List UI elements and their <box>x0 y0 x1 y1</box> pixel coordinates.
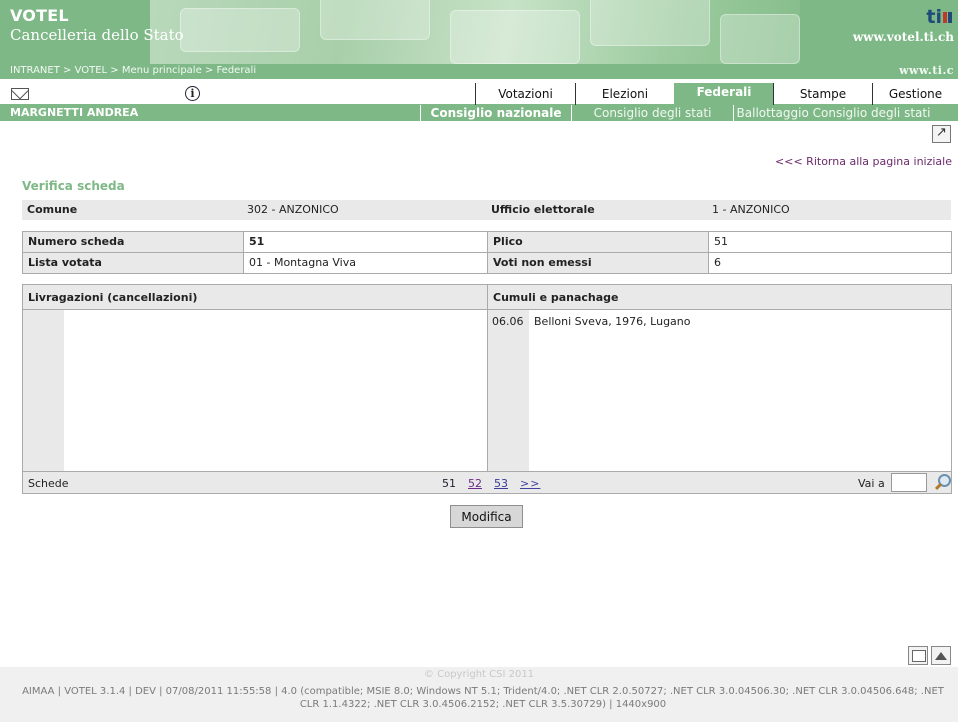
ti-logo: ti <box>926 6 952 28</box>
copyright: © Copyright CSI 2011 <box>423 669 535 680</box>
header-banner: VOTEL Cancelleria dello Stato ti www.vot… <box>0 0 958 64</box>
tab-elezioni[interactable]: Elezioni <box>575 83 674 105</box>
lista-votata-value: 01 - Montagna Viva <box>249 256 356 269</box>
tab-gestione[interactable]: Gestione <box>872 83 958 105</box>
tab-stampe[interactable]: Stampe <box>773 83 872 105</box>
plico-label: Plico <box>488 232 708 252</box>
info-icon[interactable]: i <box>185 86 200 101</box>
brand-title: VOTEL <box>10 6 69 25</box>
plico-value: 51 <box>714 235 728 248</box>
main-nav: i Votazioni Elezioni Federali Stampe Ges… <box>0 83 958 105</box>
modifica-button[interactable]: Modifica <box>450 505 523 528</box>
numero-scheda-label: Numero scheda <box>23 232 243 252</box>
comune-value: 302 - ANZONICO <box>247 203 339 216</box>
main-tabs: Votazioni Elezioni Federali Stampe Gesti… <box>475 83 958 105</box>
sub-nav: MARGNETTI ANDREA Consiglio nazionale Con… <box>0 105 958 121</box>
system-info: AIMAA | VOTEL 3.1.4 | DEV | 07/08/2011 1… <box>22 686 944 710</box>
site-url: www.votel.ti.ch <box>852 30 954 44</box>
subtab-ballottaggio[interactable]: Ballottaggio Consiglio degli stati <box>733 105 933 121</box>
lista-votata-label: Lista votata <box>23 253 243 273</box>
changes-panel: Livragazioni (cancellazioni) Cumuli e pa… <box>22 284 952 494</box>
page-link[interactable]: 53 <box>494 477 508 490</box>
page-next-link[interactable]: >> <box>520 477 540 490</box>
scheda-info: Numero scheda 51 Plico 51 Lista votata 0… <box>22 231 952 274</box>
breadcrumb-bar: INTRANET > VOTEL > Menu principale > Fed… <box>0 64 958 79</box>
page-current: 51 <box>442 477 456 490</box>
print-icon[interactable] <box>908 646 928 665</box>
search-icon[interactable] <box>933 473 951 491</box>
brand: VOTEL Cancelleria dello Stato <box>10 6 184 44</box>
schede-label: Schede <box>28 477 69 490</box>
subtab-consiglio-degli-stati[interactable]: Consiglio degli stati <box>571 105 733 121</box>
panel-footer: Schede 51 52 53 >> Vai a <box>23 471 951 493</box>
goto-label: Vai a <box>858 477 885 490</box>
location-info: Comune 302 - ANZONICO Ufficio elettorale… <box>22 200 951 220</box>
site-domain: www.ti.c <box>899 64 954 77</box>
breadcrumb: INTRANET > VOTEL > Menu principale > Fed… <box>10 65 257 76</box>
mail-icon[interactable] <box>11 88 29 100</box>
user-name: MARGNETTI ANDREA <box>10 106 139 119</box>
voti-non-emessi-label: Voti non emessi <box>488 253 708 273</box>
tab-federali[interactable]: Federali <box>674 83 773 105</box>
voti-non-emessi-value: 6 <box>714 256 721 269</box>
back-to-home-link[interactable]: <<< Ritorna alla pagina iniziale <box>775 155 952 168</box>
ufficio-value: 1 - ANZONICO <box>712 203 790 216</box>
banner-keyboard-photo <box>150 0 800 64</box>
ti-logo-text: ti <box>926 6 942 28</box>
comune-label: Comune <box>27 203 78 216</box>
sub-tabs: Consiglio nazionale Consiglio degli stat… <box>420 105 933 121</box>
scroll-top-icon[interactable] <box>931 646 951 665</box>
candidate-code: 06.06 <box>492 315 524 328</box>
candidate-name: Belloni Sveva, 1976, Lugano <box>534 315 691 328</box>
page-link[interactable]: 52 <box>468 477 482 490</box>
numero-scheda-value: 51 <box>249 235 265 248</box>
ufficio-label: Ufficio elettorale <box>491 203 595 216</box>
tab-votazioni[interactable]: Votazioni <box>475 83 575 105</box>
cancellazioni-header: Livragazioni (cancellazioni) <box>28 291 198 304</box>
pagination: 51 52 53 >> <box>442 477 552 490</box>
goto-input[interactable] <box>891 473 927 492</box>
page-footer: © Copyright CSI 2011 AIMAA | VOTEL 3.1.4… <box>0 667 958 722</box>
subtab-consiglio-nazionale[interactable]: Consiglio nazionale <box>420 105 571 121</box>
page-title: Verifica scheda <box>22 179 125 193</box>
brand-subtitle: Cancelleria dello Stato <box>10 26 184 44</box>
cumuli-header: Cumuli e panachage <box>493 291 619 304</box>
external-link-icon[interactable] <box>932 125 951 143</box>
